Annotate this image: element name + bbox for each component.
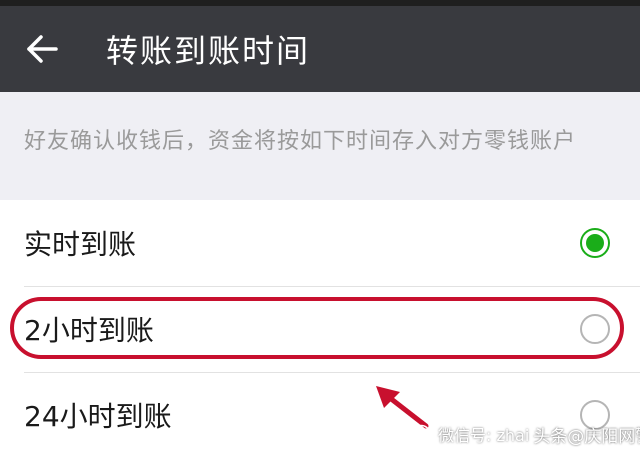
app-bar: 转账到账时间 [0,6,640,92]
transfer-time-options: 实时到账 2小时到账 24小时到账 [0,200,640,459]
radio-unselected-icon[interactable] [580,400,610,430]
radio-selected-icon[interactable] [580,228,610,258]
option-2-hours[interactable]: 2小时到账 [0,286,640,372]
arrow-left-icon [27,35,58,63]
option-label: 2小时到账 [24,314,154,347]
back-button[interactable] [14,21,70,77]
option-realtime[interactable]: 实时到账 [0,200,640,286]
info-text: 好友确认收钱后，资金将按如下时间存入对方零钱账户 [24,129,577,154]
option-label: 24小时到账 [24,400,172,433]
page-title: 转账到账时间 [106,32,311,70]
option-label: 实时到账 [24,228,137,261]
option-24-hours[interactable]: 24小时到账 [0,372,640,458]
info-section: 好友确认收钱后，资金将按如下时间存入对方零钱账户 [0,92,640,200]
radio-unselected-icon[interactable] [580,314,610,344]
